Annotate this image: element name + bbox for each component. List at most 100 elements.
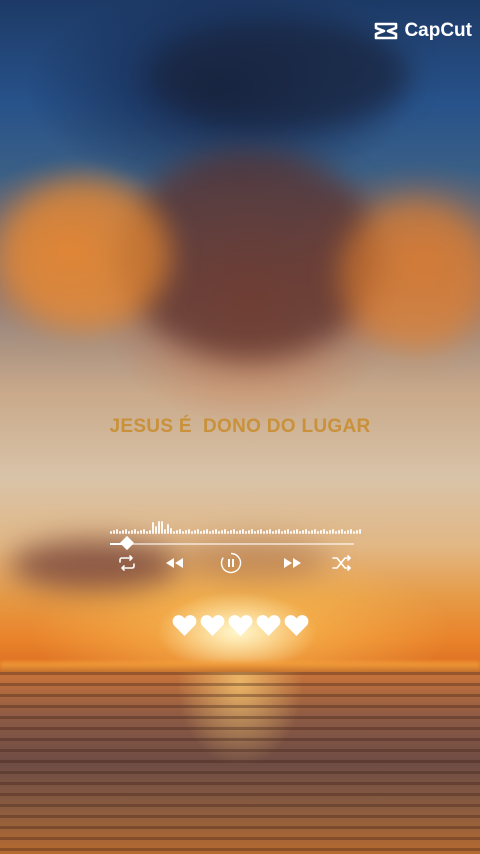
pause-icon [220, 552, 242, 574]
waveform-bar [359, 529, 361, 534]
waveform-bar [320, 530, 322, 534]
waveform-bar [155, 526, 157, 534]
waveform-bar [317, 531, 319, 534]
waveform-bar [281, 531, 283, 534]
waveform-bar [302, 530, 304, 534]
rewind-icon [164, 557, 184, 569]
waveform-bar [335, 531, 337, 534]
waveform-bar [254, 531, 256, 534]
fast-forward-icon [283, 557, 303, 569]
waveform-bar [251, 529, 253, 534]
waveform-bar [140, 530, 142, 534]
waveform-bar [215, 529, 217, 534]
waveform-bar [323, 529, 325, 534]
waveform-bar [338, 530, 340, 534]
waveform-bar [233, 529, 235, 534]
waveform-bar [260, 529, 262, 534]
waveform-bar [257, 530, 259, 534]
waveform-bar [146, 531, 148, 534]
waveform-bar [245, 531, 247, 534]
waveform-bar [197, 529, 199, 534]
waveform-bar [167, 524, 169, 534]
waveform-bar [329, 530, 331, 534]
rewind-button[interactable] [163, 552, 185, 574]
waveform-bar [350, 529, 352, 534]
waveform-bar [164, 529, 166, 534]
waveform-bar [272, 531, 274, 534]
heart-icon [200, 614, 225, 637]
waveform-bar [239, 530, 241, 534]
waveform-bar [137, 531, 139, 534]
waveform-bar [173, 531, 175, 534]
waveform-bar [296, 529, 298, 534]
waveform-bar [287, 529, 289, 534]
waveform-bar [194, 530, 196, 534]
waveform-bar [224, 529, 226, 534]
waveform-bar [347, 530, 349, 534]
waveform-bar [161, 521, 163, 534]
audio-waveform [110, 514, 364, 534]
waveform-bar [182, 531, 184, 534]
repeat-icon [117, 555, 137, 571]
waveform-bar [212, 530, 214, 534]
waveform-bar [236, 531, 238, 534]
waveform-bar [122, 530, 124, 534]
waveform-bar [158, 521, 160, 534]
song-title: JESUS É DONO DO LUGAR [109, 416, 371, 437]
pause-button[interactable] [220, 552, 242, 574]
waveform-bar [110, 531, 112, 534]
heart-rating [0, 614, 480, 637]
waveform-bar [203, 530, 205, 534]
waveform-bar [248, 530, 250, 534]
cloud [0, 180, 170, 330]
waveform-bar [179, 529, 181, 534]
fast-forward-button[interactable] [282, 552, 304, 574]
waveform-bar [149, 530, 151, 534]
waveform-bar [119, 531, 121, 534]
progress-handle[interactable] [120, 535, 135, 551]
waveform-bar [125, 529, 127, 534]
waveform-bar [353, 531, 355, 534]
waveform-bar [113, 530, 115, 534]
waveform-bar [176, 530, 178, 534]
waveform-bar [200, 531, 202, 534]
waveform-bar [284, 530, 286, 534]
waveform-bar [278, 529, 280, 534]
waveform-bar [185, 530, 187, 534]
capcut-logo-icon [374, 22, 398, 40]
waveform-bar [170, 528, 172, 534]
playback-controls [110, 552, 354, 574]
waveform-bar [332, 529, 334, 534]
waveform-bar [311, 530, 313, 534]
waveform-bar [230, 530, 232, 534]
music-player [110, 514, 364, 574]
waveform-bar [134, 529, 136, 534]
heart-icon [284, 614, 309, 637]
waveform-bar [293, 530, 295, 534]
waveform-bar [305, 529, 307, 534]
heart-icon [172, 614, 197, 637]
shuffle-button[interactable] [331, 552, 353, 574]
waveform-bar [266, 530, 268, 534]
waveform-bar [242, 529, 244, 534]
waveform-bar [116, 529, 118, 534]
waveform-bar [344, 531, 346, 534]
waveform-bar [341, 529, 343, 534]
progress-bar[interactable] [110, 535, 354, 551]
waveform-bar [152, 522, 154, 534]
waveform-bar [356, 530, 358, 534]
waveform-bar [206, 529, 208, 534]
waveform-bar [218, 531, 220, 534]
shuffle-icon [332, 555, 352, 571]
waveform-bar [299, 531, 301, 534]
repeat-button[interactable] [116, 552, 138, 574]
waveform-bar [314, 529, 316, 534]
waveform-bar [275, 530, 277, 534]
waveform-bar [188, 529, 190, 534]
waveform-bar [269, 529, 271, 534]
heart-icon [228, 614, 253, 637]
brand-name: CapCut [404, 20, 472, 41]
waveform-bar [227, 531, 229, 534]
waveform-bar [209, 531, 211, 534]
capcut-watermark: CapCut [374, 20, 472, 42]
